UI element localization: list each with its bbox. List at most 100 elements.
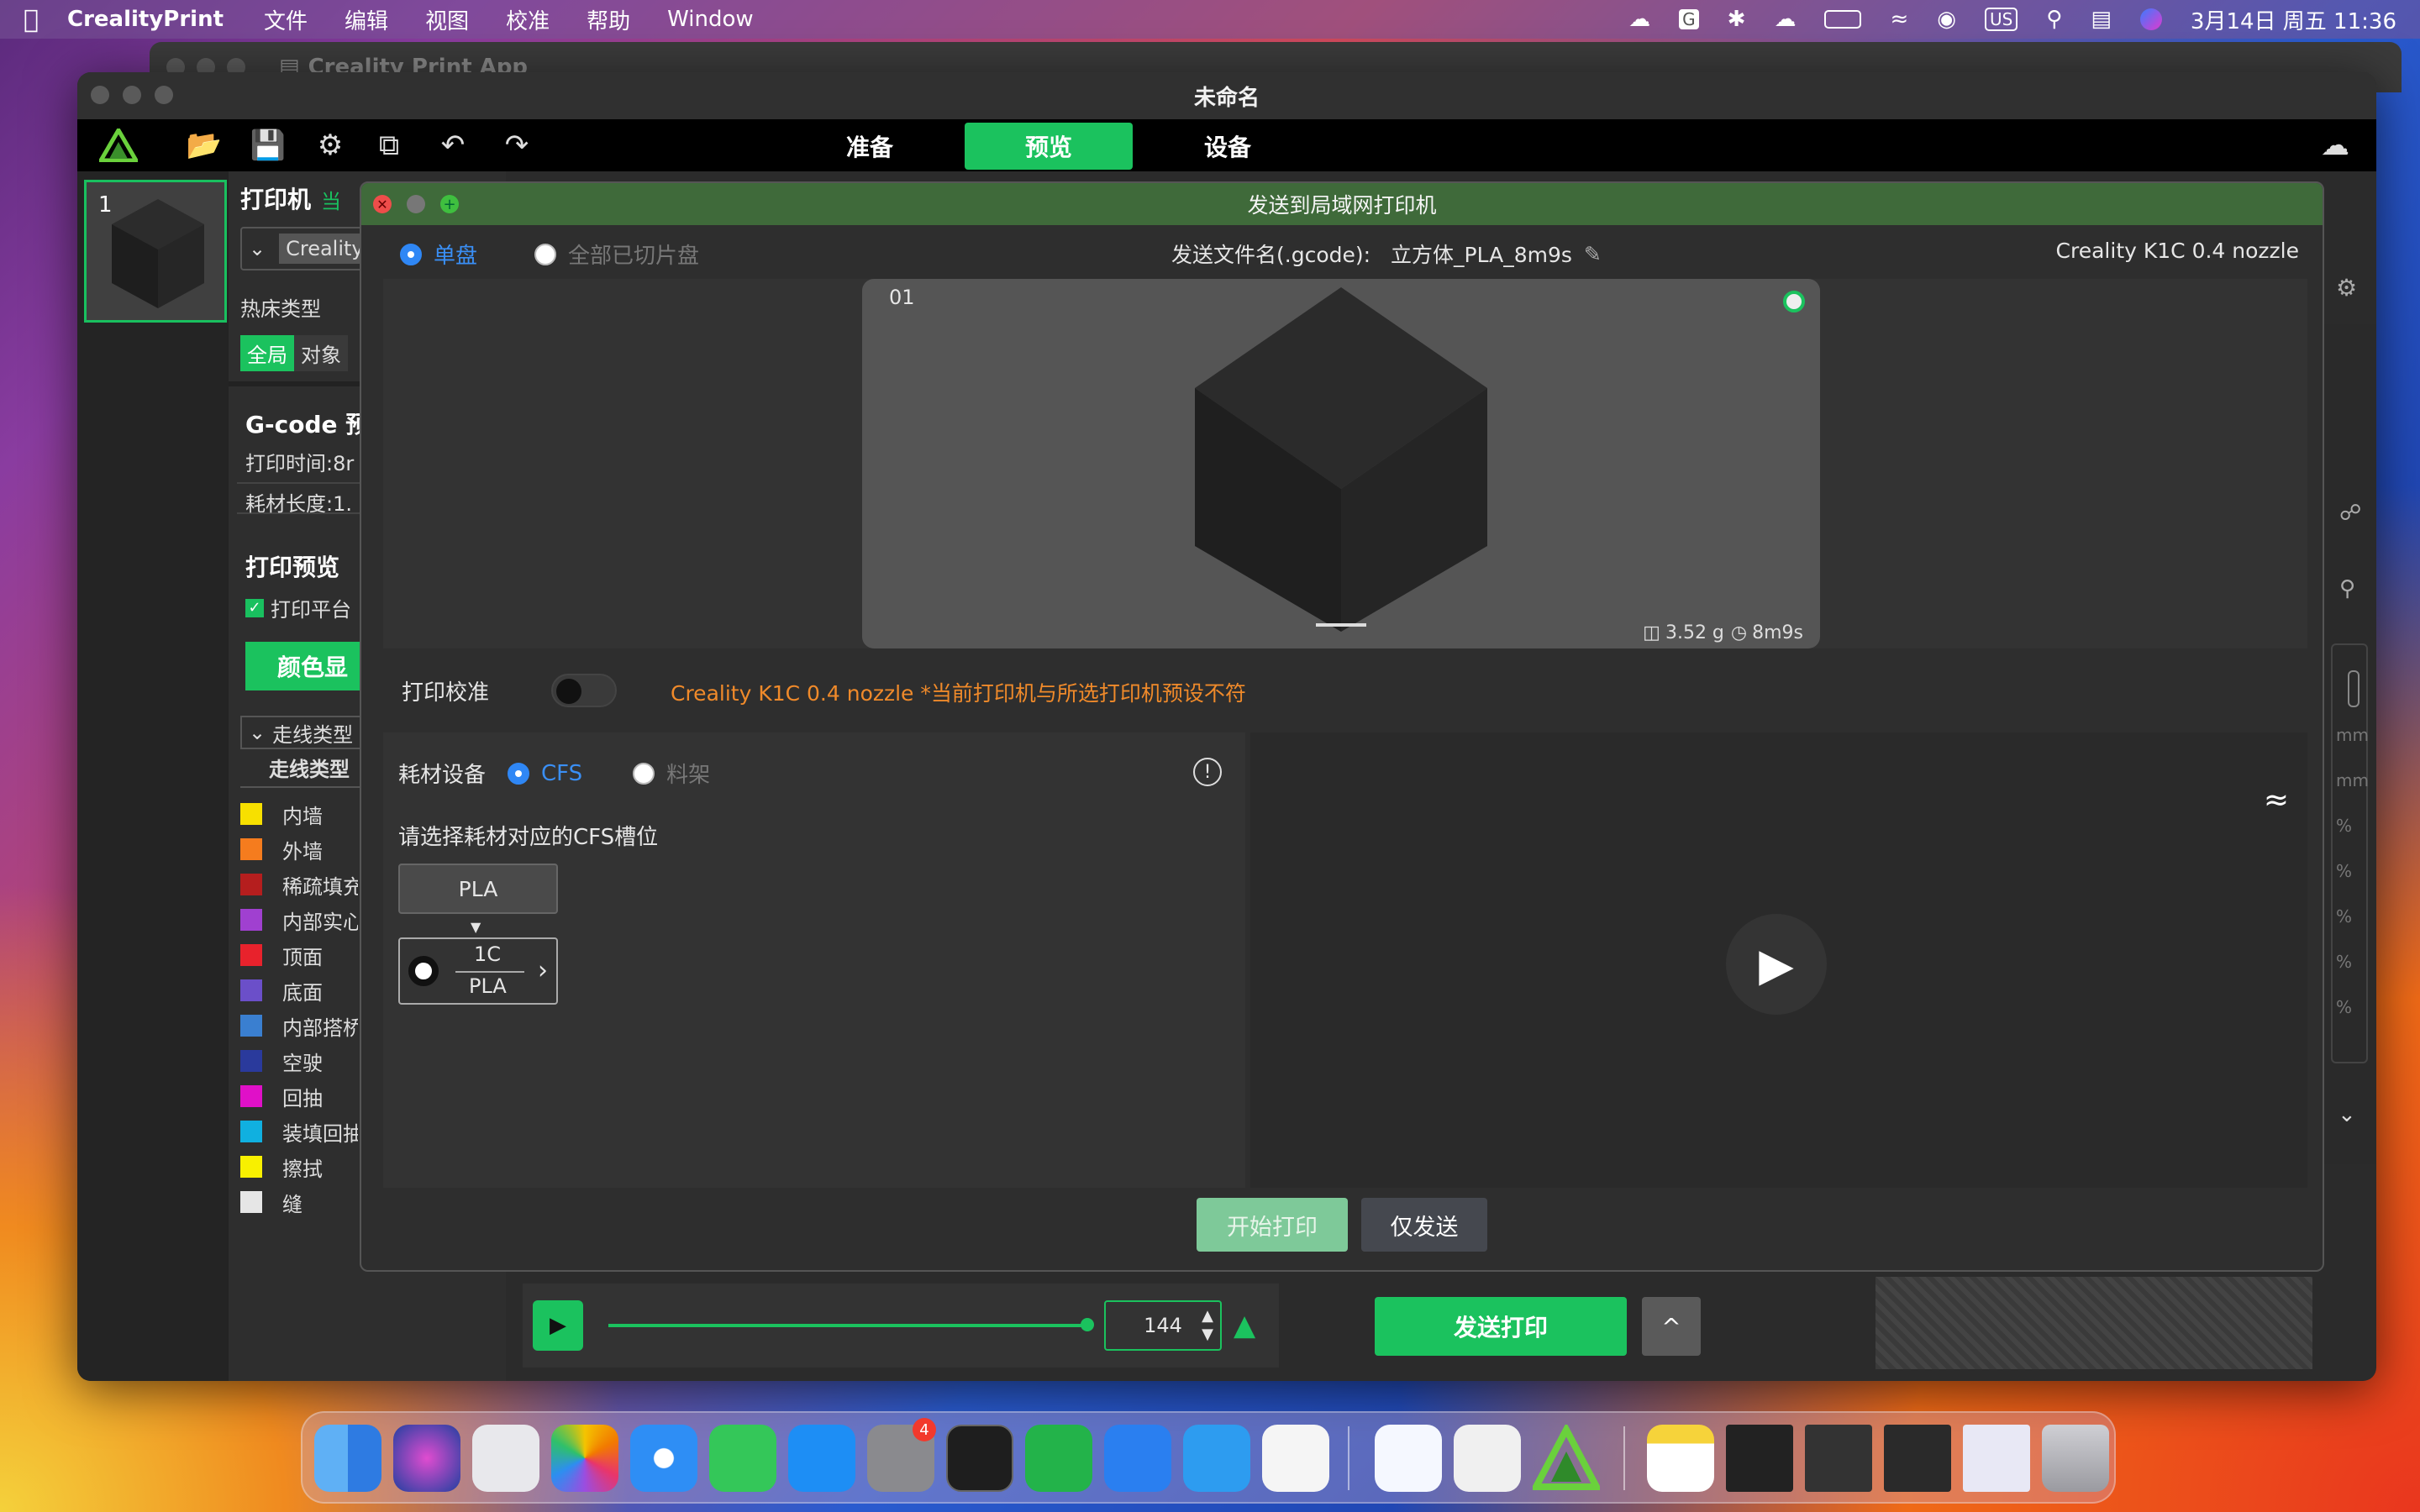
battery-icon[interactable] [1824,10,1862,29]
save-icon[interactable]: 💾 [249,126,287,165]
freeform-icon[interactable] [1262,1425,1329,1492]
launchpad-icon[interactable] [472,1425,539,1492]
tab-global[interactable]: 全局 [240,334,294,371]
spinner-arrows-icon[interactable]: ▲ ▼ [1202,1307,1213,1344]
edit-pencil-icon[interactable]: ✎ [1584,242,1602,266]
window-thumbnail-2[interactable] [1805,1425,1872,1492]
layer-slider[interactable] [608,1318,1094,1331]
copy-icon[interactable]: ⧉ [370,126,408,165]
dialog-zoom-button[interactable]: + [440,195,459,213]
settings-scroll-area[interactable]: mm mm%%%%% [2331,643,2369,1063]
gear-icon[interactable]: ⚙ [2336,274,2357,302]
plate-thumbnail[interactable]: 1 [84,180,227,323]
input-method[interactable]: US [1984,8,2018,31]
textedit-icon[interactable] [1454,1425,1521,1492]
undo-icon[interactable]: ↶ [434,126,472,165]
share-icon[interactable]: ☍ [2339,501,2361,526]
zoom-window-button[interactable] [155,86,173,104]
double-chevron-down-icon[interactable]: ⌄ [2338,1102,2356,1127]
menu-file[interactable]: 文件 [264,4,308,35]
open-folder-icon[interactable]: 📂 [185,126,224,165]
safari-icon[interactable] [630,1425,697,1492]
unit-label: % [2336,906,2353,927]
chevron-down-icon: ⌄ [249,237,266,260]
send-print-button[interactable]: 发送打印 [1375,1297,1627,1356]
slot-color-dot-icon [408,956,439,986]
start-print-button[interactable]: 开始打印 [1197,1198,1348,1252]
filament-button[interactable]: PLA [398,864,558,914]
finder-icon[interactable] [314,1425,381,1492]
window-thumbnail-3[interactable] [1884,1425,1951,1492]
legend-label: 回抽 [282,1086,323,1110]
search-icon[interactable]: ⚲ [2339,576,2355,601]
plate-preview-card[interactable]: 01 ◫ 3.52 g ◷ 8m9s [862,279,1820,648]
unit-label: % [2336,952,2353,972]
play-video-button[interactable]: ▶ [1726,914,1827,1015]
menu-calibrate[interactable]: 校准 [506,4,550,35]
user-icon[interactable]: ◉ [1937,7,1956,32]
printer-select-value: Creality [279,234,371,264]
scrollbar-thumb[interactable] [2348,670,2360,707]
radio-selected-icon [508,762,530,785]
material-option-rack[interactable]: 料架 [633,758,710,789]
close-window-button[interactable] [91,86,109,104]
wifi-icon[interactable]: ≈ [1890,7,1908,32]
grammarly-status-icon[interactable]: G [1679,9,1699,29]
settings-icon[interactable]: ⚙ [311,126,350,165]
plate-option-single[interactable]: 单盘 [400,239,477,270]
app-menu[interactable]: CrealityPrint [67,7,224,32]
app-store-icon[interactable] [788,1425,855,1492]
menu-edit[interactable]: 编辑 [345,4,388,35]
menu-help[interactable]: 帮助 [587,4,630,35]
layers-icon[interactable]: ▲ [1234,1309,1255,1342]
trash-icon[interactable] [2042,1425,2109,1492]
tab-preview[interactable]: 预览 [965,123,1133,170]
tab-device[interactable]: 设备 [1181,123,1274,170]
terminal-icon[interactable] [946,1425,1013,1492]
messages-icon[interactable] [709,1425,776,1492]
siri-icon[interactable] [2139,8,2162,30]
triangle-down-icon: ▼ [471,919,481,935]
redo-icon[interactable]: ↷ [497,126,536,165]
minimize-window-button[interactable] [123,86,141,104]
plate-option-all[interactable]: 全部已切片盘 [534,239,699,270]
cfs-slot-selector[interactable]: 1C PLA › [398,937,558,1005]
calibration-toggle[interactable] [551,674,617,707]
cloud-upload-icon[interactable]: ☁ [2316,126,2354,165]
spotlight-search-icon[interactable]: ⚲ [2046,7,2062,32]
dialog-close-button[interactable]: ✕ [373,195,392,213]
photos-icon[interactable] [551,1425,618,1492]
tab-object[interactable]: 对象 [294,334,348,371]
send-only-button[interactable]: 仅发送 [1361,1198,1487,1252]
menu-view[interactable]: 视图 [425,4,469,35]
cloud-status-icon[interactable]: ☁ [1774,7,1796,32]
qc-app-icon[interactable] [1025,1425,1092,1492]
creality-print-icon[interactable] [1530,1422,1602,1492]
siri-icon[interactable] [393,1425,460,1492]
expand-button[interactable]: ^ [1642,1297,1701,1356]
notes-icon[interactable] [1647,1425,1714,1492]
print-platform-checkbox[interactable]: ✓ 打印平台 [245,593,351,622]
tab-prepare[interactable]: 准备 [823,123,916,170]
legend-item: 装填回抽 [240,1114,358,1149]
info-icon[interactable]: ! [1193,758,1222,786]
wechat-status-icon[interactable]: ☁ [1628,7,1650,32]
window-thumbnail-1[interactable] [1726,1425,1793,1492]
filament-length: 耗材长度:1. [245,492,352,516]
menu-window[interactable]: Window [667,7,754,32]
play-layers-button[interactable]: ▶ [533,1300,583,1351]
control-center-icon[interactable]: ▤ [2091,7,2112,32]
dialog-title-bar: ✕ + 发送到局域网打印机 [361,183,2323,225]
window-thumbnail-4[interactable] [1963,1425,2030,1492]
unit-label: mm [2336,725,2369,745]
xcode-icon[interactable] [1104,1425,1171,1492]
material-option-cfs[interactable]: CFS [508,761,582,786]
dialog-minimize-button[interactable] [407,195,425,213]
lark-icon[interactable] [1375,1425,1442,1492]
bluetooth-icon[interactable]: ✱ [1728,7,1746,32]
apple-icon[interactable]:  [24,5,39,34]
clock[interactable]: 3月14日 周五 11:36 [2191,4,2396,35]
layer-spinbox[interactable]: 144 ▲ ▼ [1104,1300,1222,1351]
chat-app-icon[interactable] [1183,1425,1250,1492]
plate-selected-indicator[interactable] [1783,291,1805,312]
